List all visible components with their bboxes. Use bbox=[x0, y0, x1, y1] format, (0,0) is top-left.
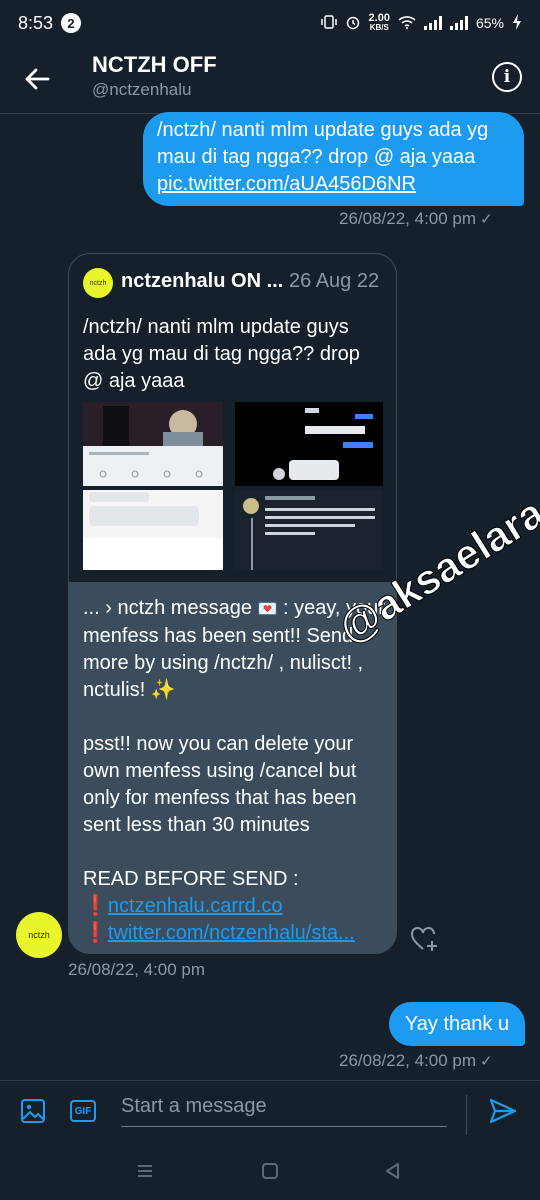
message-paragraph-2: psst!! now you can delete your own menfe… bbox=[83, 733, 357, 836]
composer-divider bbox=[466, 1095, 467, 1135]
quoted-tweet[interactable]: nctzh nctzenhalu ON ... 26 Aug 22 /nctzh… bbox=[68, 253, 397, 583]
carrd-link[interactable]: nctzenhalu.carrd.co bbox=[108, 895, 283, 917]
twitter-link[interactable]: twitter.com/nctzenhalu/sta... bbox=[108, 922, 355, 944]
message-timestamp: 26/08/22, 4:00 pm ✓ bbox=[339, 209, 493, 229]
triangle-back-icon bbox=[386, 1163, 399, 1179]
message-input[interactable]: Start a message bbox=[121, 1095, 267, 1118]
message-text-line: /nctzh/ nanti mlm update guys ada yg bbox=[157, 119, 489, 141]
heart-plus-icon bbox=[411, 927, 437, 951]
system-nav-bar bbox=[0, 1146, 540, 1200]
message-link[interactable]: pic.twitter.com/aUA456D6NR bbox=[157, 171, 510, 198]
message-composer: GIF Start a message bbox=[0, 1080, 540, 1146]
gif-button[interactable]: GIF bbox=[70, 1100, 96, 1122]
vibrate-icon bbox=[320, 14, 337, 33]
love-letter-icon: 💌 bbox=[257, 601, 278, 618]
notification-count-badge: 2 bbox=[61, 13, 82, 33]
info-button[interactable]: i bbox=[492, 62, 522, 92]
tweet-image-2[interactable] bbox=[235, 402, 383, 486]
network-speed: 2.00 KB/S bbox=[369, 13, 390, 33]
info-icon: i bbox=[503, 67, 511, 87]
conversation-title[interactable]: NCTZH OFF bbox=[92, 52, 217, 78]
home-button[interactable] bbox=[261, 1162, 279, 1185]
message-text: Yay thank u bbox=[404, 1013, 510, 1035]
sent-check-icon: ✓ bbox=[480, 211, 493, 228]
arrow-left-icon bbox=[25, 68, 50, 90]
recent-apps-button[interactable] bbox=[136, 1162, 154, 1185]
send-icon bbox=[489, 1098, 517, 1124]
message-timestamp: 26/08/22, 4:00 pm bbox=[68, 960, 206, 979]
message-timestamp-text: 26/08/22, 4:00 pm bbox=[339, 1051, 477, 1070]
square-icon bbox=[262, 1163, 278, 1179]
quoted-tweet-author: nctzenhalu ON ... bbox=[121, 270, 284, 292]
message-paragraph-3: READ BEFORE SEND : bbox=[83, 868, 299, 890]
sent-check-icon: ✓ bbox=[480, 1053, 493, 1070]
add-photo-button[interactable] bbox=[20, 1098, 46, 1129]
outgoing-message-bubble[interactable]: /nctzh/ nanti mlm update guys ada yg mau… bbox=[143, 112, 524, 206]
back-button[interactable] bbox=[20, 62, 54, 96]
exclamation-icon: ❗ bbox=[83, 922, 108, 944]
tweet-image-1[interactable] bbox=[83, 402, 223, 486]
network-speed-value: 2.00 bbox=[368, 12, 390, 24]
wifi-icon bbox=[398, 15, 416, 32]
back-nav-button[interactable] bbox=[384, 1162, 402, 1185]
quoted-tweet-text: /nctzh/ nanti mlm update guys ada yg mau… bbox=[83, 316, 360, 392]
sparkles-icon: ✨ bbox=[150, 679, 176, 701]
signal-icon-2 bbox=[449, 16, 468, 30]
link-row-2: ❗twitter.com/nctzenhalu/sta... bbox=[83, 920, 388, 947]
status-bar: 8:53 2 2.00 KB/S 65% bbox=[0, 0, 540, 46]
message-text-segment: ... › nctzh message bbox=[83, 597, 258, 619]
quoted-tweet-date: 26 Aug 22 bbox=[289, 270, 380, 292]
message-timestamp: 26/08/22, 4:00 pm ✓ bbox=[339, 1051, 493, 1071]
exclamation-icon: ❗ bbox=[83, 895, 108, 917]
conversation-header: NCTZH OFF @nctzenhalu i bbox=[0, 46, 540, 114]
charging-icon bbox=[512, 13, 522, 33]
message-body: ... › nctzh message 💌 : yeay, your menfe… bbox=[83, 595, 388, 947]
outgoing-message-bubble[interactable]: Yay thank u bbox=[389, 1002, 525, 1046]
tweet-image-3[interactable] bbox=[83, 490, 223, 570]
menu-lines-icon bbox=[138, 1165, 152, 1177]
add-reaction-button[interactable] bbox=[410, 925, 440, 953]
link-row-1: ❗nctzenhalu.carrd.co bbox=[83, 893, 388, 920]
message-text-line: mau di tag ngga?? drop @ aja yaaa bbox=[157, 146, 476, 168]
network-speed-unit: KB/S bbox=[369, 23, 389, 32]
sender-avatar[interactable]: nctzh bbox=[16, 912, 62, 958]
message-timestamp-text: 26/08/22, 4:00 pm bbox=[339, 209, 477, 228]
status-icons: 2.00 KB/S 65% bbox=[320, 13, 522, 33]
quoted-tweet-avatar: nctzh bbox=[83, 268, 113, 298]
input-underline bbox=[121, 1126, 447, 1127]
signal-icon bbox=[423, 16, 442, 30]
image-icon bbox=[21, 1099, 45, 1123]
alarm-icon bbox=[345, 14, 361, 33]
conversation-handle[interactable]: @nctzenhalu bbox=[92, 80, 192, 100]
tweet-image-4[interactable] bbox=[235, 490, 383, 570]
status-time: 8:53 bbox=[18, 12, 54, 33]
send-button[interactable] bbox=[489, 1098, 517, 1129]
battery-level: 65% bbox=[475, 15, 504, 31]
